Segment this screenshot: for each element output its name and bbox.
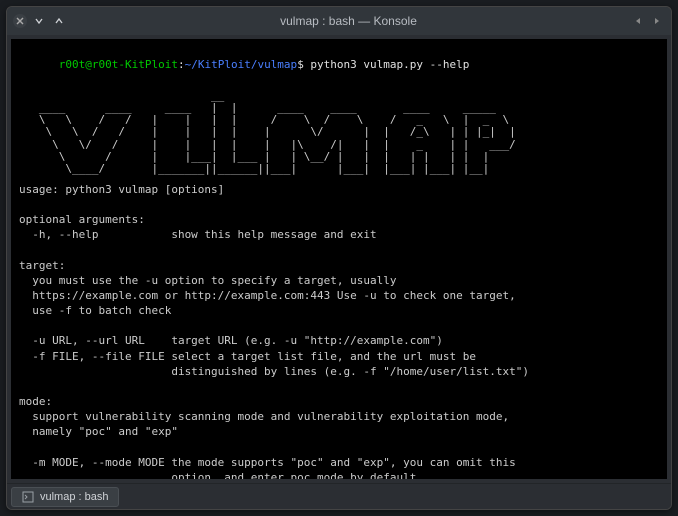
triangle-left-icon xyxy=(633,16,643,26)
konsole-window: vulmap : bash — Konsole r00t@r00t-KitPlo… xyxy=(6,6,672,510)
terminal-area[interactable]: r00t@r00t-KitPloit:~/KitPloit/vulmap$ py… xyxy=(11,39,667,479)
close-button[interactable] xyxy=(13,14,27,28)
prompt-user-host: r00t@r00t-KitPloit xyxy=(59,58,178,71)
minimize-button[interactable] xyxy=(31,13,47,29)
prompt-command: python3 vulmap.py --help xyxy=(304,58,470,71)
prompt-line: r00t@r00t-KitPloit:~/KitPloit/vulmap$ py… xyxy=(19,43,659,88)
tab-label: vulmap : bash xyxy=(40,491,108,503)
chevron-down-icon xyxy=(34,16,44,26)
tab-right-button[interactable] xyxy=(649,13,665,29)
ascii-logo: __ ____ ____ ____ | | ____ ____ ____ ___… xyxy=(19,90,659,176)
tab-left-button[interactable] xyxy=(630,13,646,29)
terminal-icon xyxy=(22,491,34,503)
window-title: vulmap : bash — Konsole xyxy=(67,14,630,28)
tab-vulmap-bash[interactable]: vulmap : bash xyxy=(11,487,119,507)
chevron-up-icon xyxy=(54,16,64,26)
titlebar: vulmap : bash — Konsole xyxy=(7,7,671,35)
help-output: usage: python3 vulmap [options] optional… xyxy=(19,182,659,479)
maximize-button[interactable] xyxy=(51,13,67,29)
prompt-sep: : xyxy=(178,58,185,71)
close-icon xyxy=(15,16,25,26)
prompt-path: ~/KitPloit/vulmap xyxy=(185,58,298,71)
prompt-dollar: $ xyxy=(297,58,304,71)
triangle-right-icon xyxy=(652,16,662,26)
tab-bar: vulmap : bash xyxy=(7,483,671,509)
